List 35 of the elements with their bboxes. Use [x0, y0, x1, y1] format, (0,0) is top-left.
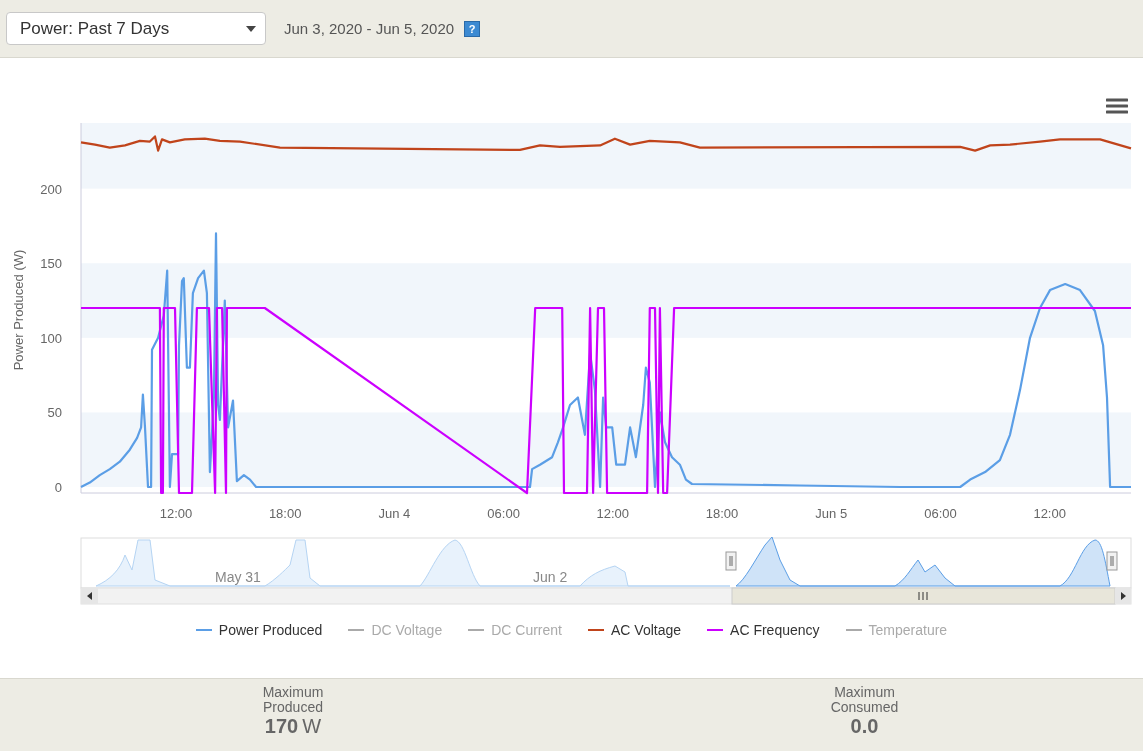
axis-tick-label: Jun 4 [378, 506, 411, 521]
navigator-date-label: May 31 [215, 569, 261, 585]
legend-item[interactable]: Power Produced [195, 622, 323, 638]
axis-tick-label: 06:00 [487, 506, 520, 521]
axis-tick-label: Jun 5 [815, 506, 848, 521]
axis-tick-label: 18:00 [268, 506, 302, 521]
range-handle[interactable] [725, 551, 737, 571]
stat-label: Maximum Consumed [829, 685, 900, 715]
scroll-right-button[interactable] [1115, 588, 1131, 604]
axis-title: Power Produced (W) [11, 249, 26, 371]
date-range: Jun 3, 2020 - Jun 5, 2020 [284, 20, 455, 37]
axis-tick-label: 50 [47, 405, 62, 421]
axis-tick-label: 12:00 [159, 506, 193, 521]
axis-tick-label: 0 [54, 480, 62, 496]
axis-tick-label: 150 [40, 256, 62, 272]
range-select[interactable]: Power: Past 7 Days [6, 12, 266, 45]
axis-tick-label: 100 [40, 330, 62, 346]
caret-icon [246, 25, 256, 32]
axis-tick-label: 06:00 [924, 506, 957, 521]
stat-value: 0.0 [850, 715, 879, 738]
legend-item[interactable]: AC Frequency [707, 622, 820, 638]
axis-tick-label: 18:00 [705, 506, 739, 521]
stat-value: 170 [264, 715, 299, 738]
scrollbar-thumb[interactable] [731, 587, 1116, 605]
stat-label: Maximum Produced [261, 685, 325, 715]
navigator-date-label: Jun 2 [533, 569, 568, 585]
stat-unit: W [302, 715, 322, 738]
axis-tick-label: 12:00 [1033, 506, 1066, 521]
scroll-left-button[interactable] [81, 588, 98, 604]
axis-tick-label: 200 [40, 181, 62, 197]
legend-item[interactable]: AC Voltage [588, 622, 682, 638]
range-handle[interactable] [1106, 551, 1118, 571]
menu-icon[interactable] [1106, 98, 1128, 114]
axis-tick-label: 12:00 [596, 506, 630, 521]
help-icon[interactable]: ? [464, 20, 481, 37]
